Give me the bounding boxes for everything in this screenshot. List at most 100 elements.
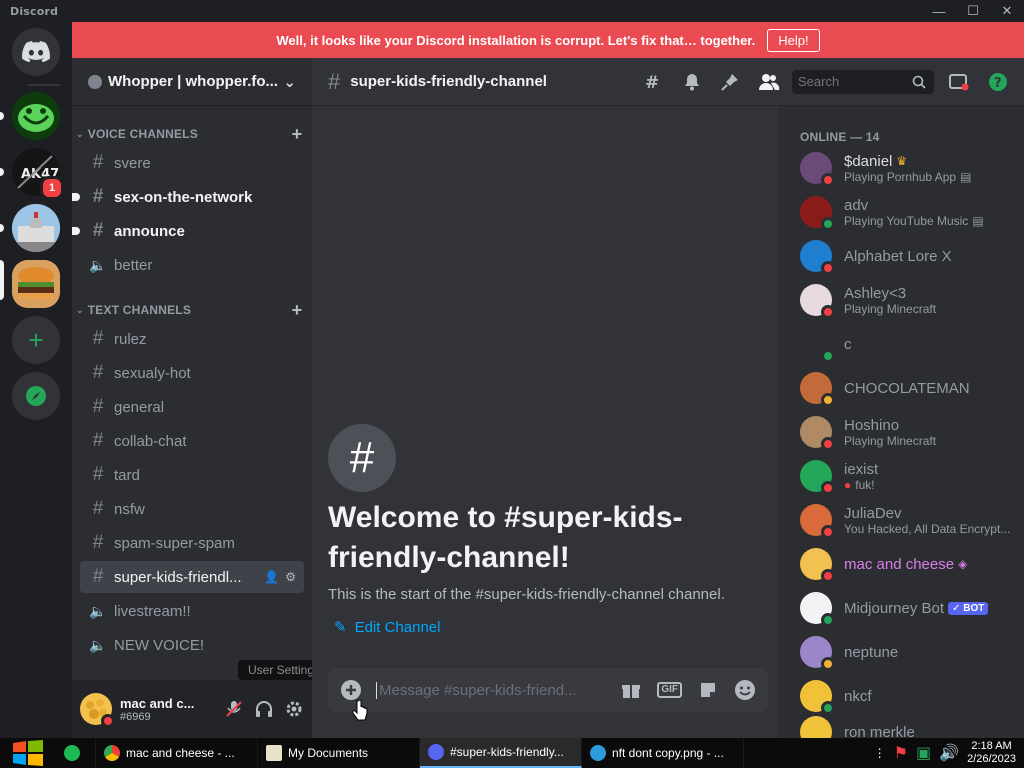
member-item[interactable]: JuliaDev You Hacked, All Data Encrypt... xyxy=(800,500,1020,540)
member-item[interactable]: adv Playing YouTube Music ▤ xyxy=(800,192,1020,232)
clock[interactable]: 2:18 AM 2/26/2023 xyxy=(967,740,1016,766)
gift-icon[interactable] xyxy=(621,680,641,700)
help-icon[interactable]: ? xyxy=(988,72,1008,92)
emoji-icon[interactable] xyxy=(734,679,756,701)
user-info[interactable]: mac and c... #6969 xyxy=(120,696,224,723)
member-item[interactable]: nkcf xyxy=(800,676,1020,716)
category-text[interactable]: ⌄ TEXT CHANNELS + xyxy=(72,300,312,321)
channel-better[interactable]: 🔈 better xyxy=(80,249,304,281)
user-panel: mac and c... #6969 xyxy=(72,680,312,738)
maximize-button[interactable]: ☐ xyxy=(956,0,990,22)
member-item[interactable]: Midjourney Bot ✓ BOT xyxy=(800,588,1020,628)
channel-spam-super-spam[interactable]: # spam-super-spam xyxy=(80,527,304,559)
flag-icon[interactable]: ⚑ xyxy=(894,743,908,763)
minimize-button[interactable]: — xyxy=(922,0,956,22)
guild-header[interactable]: Whopper | whopper.fo... ⌄ xyxy=(72,58,312,106)
add-attachment-icon[interactable] xyxy=(340,679,362,701)
message-input[interactable]: Message #super-kids-friend... xyxy=(376,681,621,699)
mute-mic-icon[interactable] xyxy=(224,699,244,719)
member-item[interactable]: Hoshino Playing Minecraft xyxy=(800,412,1020,452)
gear-icon[interactable]: ⚙ xyxy=(285,570,296,584)
invite-icon[interactable]: 👤 xyxy=(264,570,279,584)
channel-label: sexualy-hot xyxy=(114,364,191,382)
add-channel-icon[interactable]: + xyxy=(282,300,312,321)
banner-message: Well, it looks like your Discord install… xyxy=(276,32,756,48)
gear-icon[interactable] xyxy=(284,699,304,719)
channel-svere[interactable]: # svere xyxy=(80,147,304,179)
taskbar: mac and cheese - ... My Documents #super… xyxy=(0,738,1024,768)
gif-button[interactable]: GIF xyxy=(657,682,682,698)
member-item[interactable]: mac and cheese ◈ xyxy=(800,544,1020,584)
member-item[interactable]: $daniel ♛ Playing Pornhub App ▤ xyxy=(800,148,1020,188)
member-item[interactable]: Alphabet Lore X xyxy=(800,236,1020,276)
channel-rulez[interactable]: # rulez xyxy=(80,323,304,355)
image-viewer-icon xyxy=(590,745,606,761)
hash-icon: # xyxy=(92,532,104,553)
inbox-icon[interactable] xyxy=(948,72,970,92)
sticker-icon[interactable] xyxy=(698,680,718,700)
taskbar-item-chrome[interactable]: mac and cheese - ... xyxy=(96,738,258,768)
edit-channel-link[interactable]: ✎ Edit Channel xyxy=(334,618,441,637)
add-server-button[interactable]: + xyxy=(12,316,60,364)
home-button[interactable] xyxy=(12,28,60,76)
member-activity: Playing YouTube Music xyxy=(844,213,969,228)
member-item[interactable]: CHOCOLATEMAN xyxy=(800,368,1020,408)
member-name: $daniel xyxy=(844,152,893,170)
close-button[interactable]: ✕ xyxy=(990,0,1024,22)
server-whopper[interactable] xyxy=(12,260,60,308)
member-item[interactable]: iexist ● fuk! xyxy=(800,456,1020,496)
rich-presence-icon: ▤ xyxy=(960,169,972,184)
category-voice[interactable]: ⌄ VOICE CHANNELS + xyxy=(72,124,312,145)
bell-icon[interactable] xyxy=(682,72,702,92)
welcome-title: Welcome to #super-kids-friendly-channel! xyxy=(328,501,683,574)
member-name: iexist xyxy=(844,460,879,478)
channel-collab-chat[interactable]: # collab-chat xyxy=(80,425,304,457)
mention-badge: 1 xyxy=(40,176,64,200)
server-troll[interactable] xyxy=(12,92,60,140)
start-button[interactable] xyxy=(0,738,56,768)
avatar[interactable] xyxy=(80,693,115,728)
member-item[interactable]: Ashley<3 Playing Minecraft xyxy=(800,280,1020,320)
hash-icon: # xyxy=(92,186,104,207)
channel-announce[interactable]: # announce xyxy=(72,215,304,247)
help-button[interactable]: Help! xyxy=(767,28,820,52)
pin-icon[interactable] xyxy=(720,72,740,92)
channel-nsfw[interactable]: # nsfw xyxy=(80,493,304,525)
member-name: Midjourney Bot xyxy=(844,599,945,617)
taskbar-item-discord[interactable]: #super-kids-friendly... xyxy=(420,738,582,768)
member-list-icon[interactable] xyxy=(758,72,780,92)
spotify-icon xyxy=(64,745,80,761)
taskbar-item-paint[interactable]: nft dont copy.png - ... xyxy=(582,738,744,768)
member-name: JuliaDev xyxy=(844,504,902,522)
threads-icon[interactable]: # xyxy=(644,72,664,92)
taskbar-label: nft dont copy.png - ... xyxy=(612,746,724,760)
channel-sidebar: Whopper | whopper.fo... ⌄ ⌄ VOICE CHANNE… xyxy=(72,58,312,680)
add-channel-icon[interactable]: + xyxy=(282,124,312,145)
taskbar-label: #super-kids-friendly... xyxy=(450,745,564,759)
member-item[interactable]: neptune xyxy=(800,632,1020,672)
tray-overflow-icon[interactable]: ⋮ xyxy=(874,746,886,760)
channel-sex-on-the-network[interactable]: # sex-on-the-network xyxy=(72,181,304,213)
channel-tard[interactable]: # tard xyxy=(80,459,304,491)
network-icon[interactable]: ▣ xyxy=(916,743,931,763)
svg-text:?: ? xyxy=(994,76,1002,91)
headphones-icon[interactable] xyxy=(254,699,274,719)
edit-channel-label: Edit Channel xyxy=(354,618,441,636)
channel-super-kids-friendly[interactable]: # super-kids-friendl... 👤 ⚙ xyxy=(80,561,304,593)
channel-general[interactable]: # general xyxy=(80,391,304,423)
member-activity: Playing Pornhub App xyxy=(844,169,957,184)
selected-pill xyxy=(0,260,4,300)
taskbar-label: My Documents xyxy=(288,746,369,760)
volume-icon[interactable]: 🔊 xyxy=(939,743,959,763)
server-ak47[interactable]: AK47 1 xyxy=(12,148,64,200)
server-rail: AK47 1 + xyxy=(0,22,72,738)
server-building[interactable] xyxy=(12,204,60,252)
channel-sexualy-hot[interactable]: # sexualy-hot xyxy=(80,357,304,389)
channel-livestream[interactable]: 🔈 livestream!! xyxy=(80,595,304,627)
taskbar-spotify[interactable] xyxy=(56,738,96,768)
taskbar-item-documents[interactable]: My Documents xyxy=(258,738,420,768)
member-item[interactable]: c xyxy=(800,324,1020,364)
member-item[interactable]: ron merkle xyxy=(800,712,1020,738)
channel-new-voice[interactable]: 🔈 NEW VOICE! xyxy=(80,629,304,661)
explore-button[interactable] xyxy=(12,372,60,420)
